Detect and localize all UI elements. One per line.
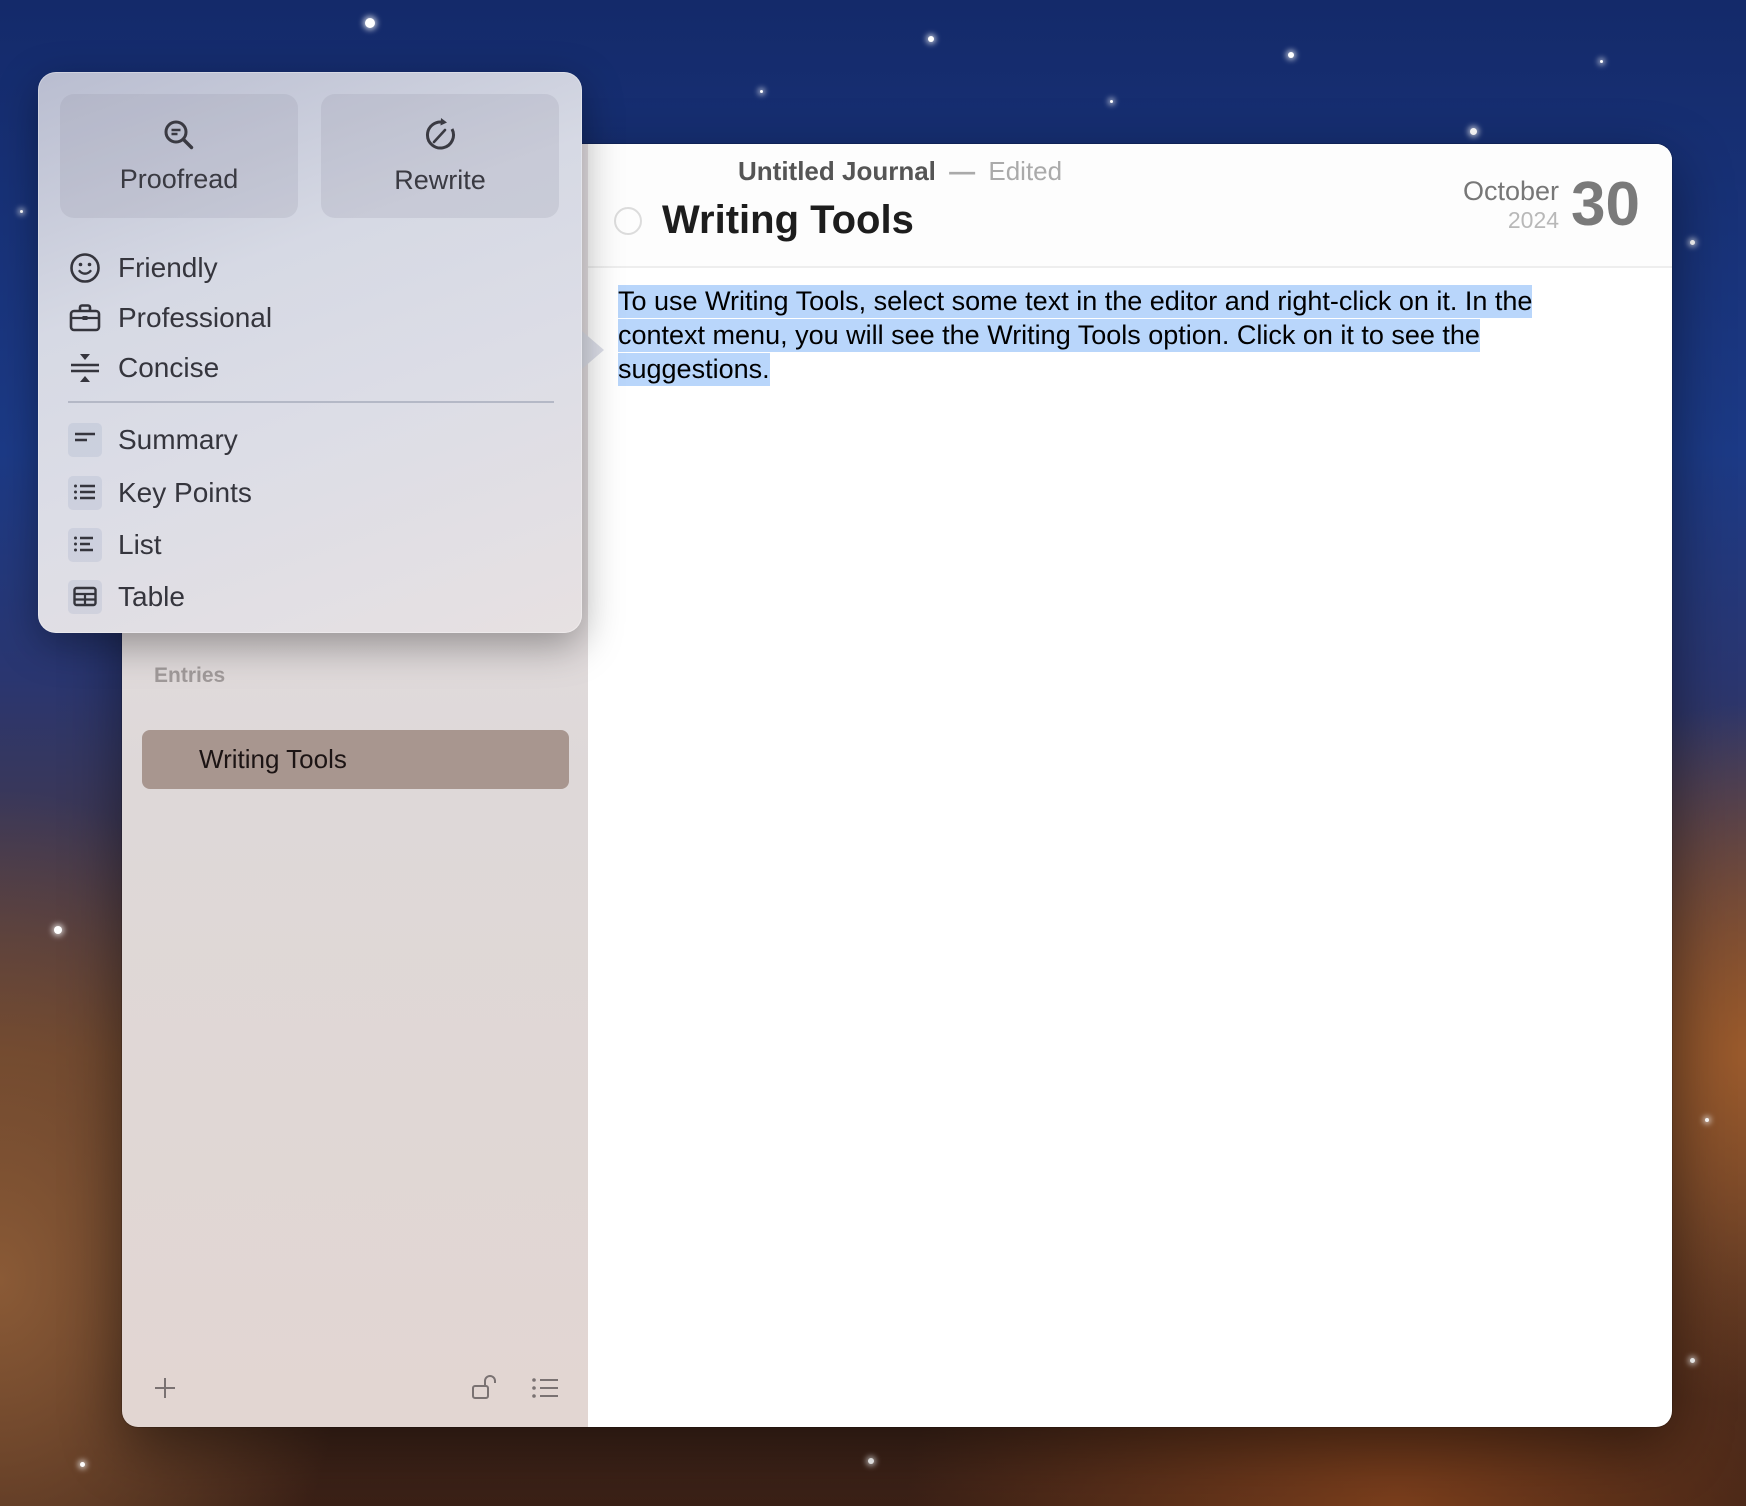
document-name: Untitled Journal	[738, 156, 936, 186]
proofread-label: Proofread	[119, 163, 239, 194]
proofread-magnifier-icon	[164, 120, 194, 149]
rewrite-label: Rewrite	[394, 164, 486, 195]
date-day: 30	[1571, 170, 1640, 239]
plus-icon	[155, 1378, 175, 1398]
editor-header: Untitled Journal — Edited Writing Tools …	[588, 144, 1672, 268]
menu-item-label: Professional	[118, 302, 273, 333]
menu-item-label: List	[118, 529, 162, 560]
menu-item-friendly[interactable]: Friendly	[68, 248, 218, 288]
menu-item-label: Table	[118, 581, 185, 612]
entry-checkbox[interactable]	[614, 206, 642, 235]
bullet-list-icon	[68, 476, 102, 510]
menu-divider	[68, 401, 554, 403]
rewrite-button[interactable]: Rewrite	[321, 94, 559, 218]
entries-list-button[interactable]	[530, 1373, 560, 1403]
proofread-button[interactable]: Proofread	[60, 94, 298, 218]
window-title: Untitled Journal — Edited	[738, 156, 1062, 187]
unlock-icon	[472, 1375, 496, 1399]
lock-button[interactable]	[470, 1373, 500, 1403]
title-separator: —	[949, 156, 976, 186]
writing-tools-popover: Proofread Rewrite Friendly Professional …	[38, 72, 582, 633]
menu-item-label: Summary	[118, 424, 238, 455]
menu-item-label: Key Points	[118, 477, 252, 508]
add-entry-button[interactable]	[150, 1373, 180, 1403]
sidebar-toolbar	[122, 1367, 588, 1407]
editor: Untitled Journal — Edited Writing Tools …	[588, 144, 1672, 1427]
menu-item-table[interactable]: Table	[68, 577, 185, 617]
entry-title[interactable]: Writing Tools	[662, 198, 914, 243]
entries-section-label: Entries	[154, 664, 226, 687]
entry-date: October 2024 30	[1463, 174, 1640, 236]
document-state: Edited	[988, 156, 1063, 186]
compress-arrows-icon	[68, 351, 102, 385]
briefcase-icon	[68, 301, 102, 335]
sidebar-entry-writing-tools[interactable]: Writing Tools	[142, 730, 569, 789]
list-icon	[532, 1378, 558, 1398]
entry-title-row: Writing Tools	[614, 198, 914, 243]
date-month: October	[1462, 176, 1560, 206]
list-icon	[68, 528, 102, 562]
menu-item-list[interactable]: List	[68, 525, 162, 565]
rewrite-cycle-pencil-icon	[425, 117, 455, 150]
date-year: 2024	[1507, 207, 1560, 233]
table-icon	[68, 580, 102, 614]
sidebar-entry-label: Writing Tools	[199, 744, 347, 774]
menu-item-professional[interactable]: Professional	[68, 298, 272, 338]
menu-item-summary[interactable]: Summary	[68, 420, 238, 460]
menu-item-label: Friendly	[118, 252, 218, 283]
selected-text[interactable]: To use Writing Tools, select some text i…	[618, 285, 1533, 386]
editor-text-area[interactable]: To use Writing Tools, select some text i…	[618, 284, 1624, 386]
smiley-face-icon	[68, 251, 102, 285]
summary-lines-icon	[68, 423, 102, 457]
menu-item-concise[interactable]: Concise	[68, 348, 219, 388]
menu-item-label: Concise	[118, 352, 220, 383]
menu-item-key-points[interactable]: Key Points	[68, 473, 252, 513]
